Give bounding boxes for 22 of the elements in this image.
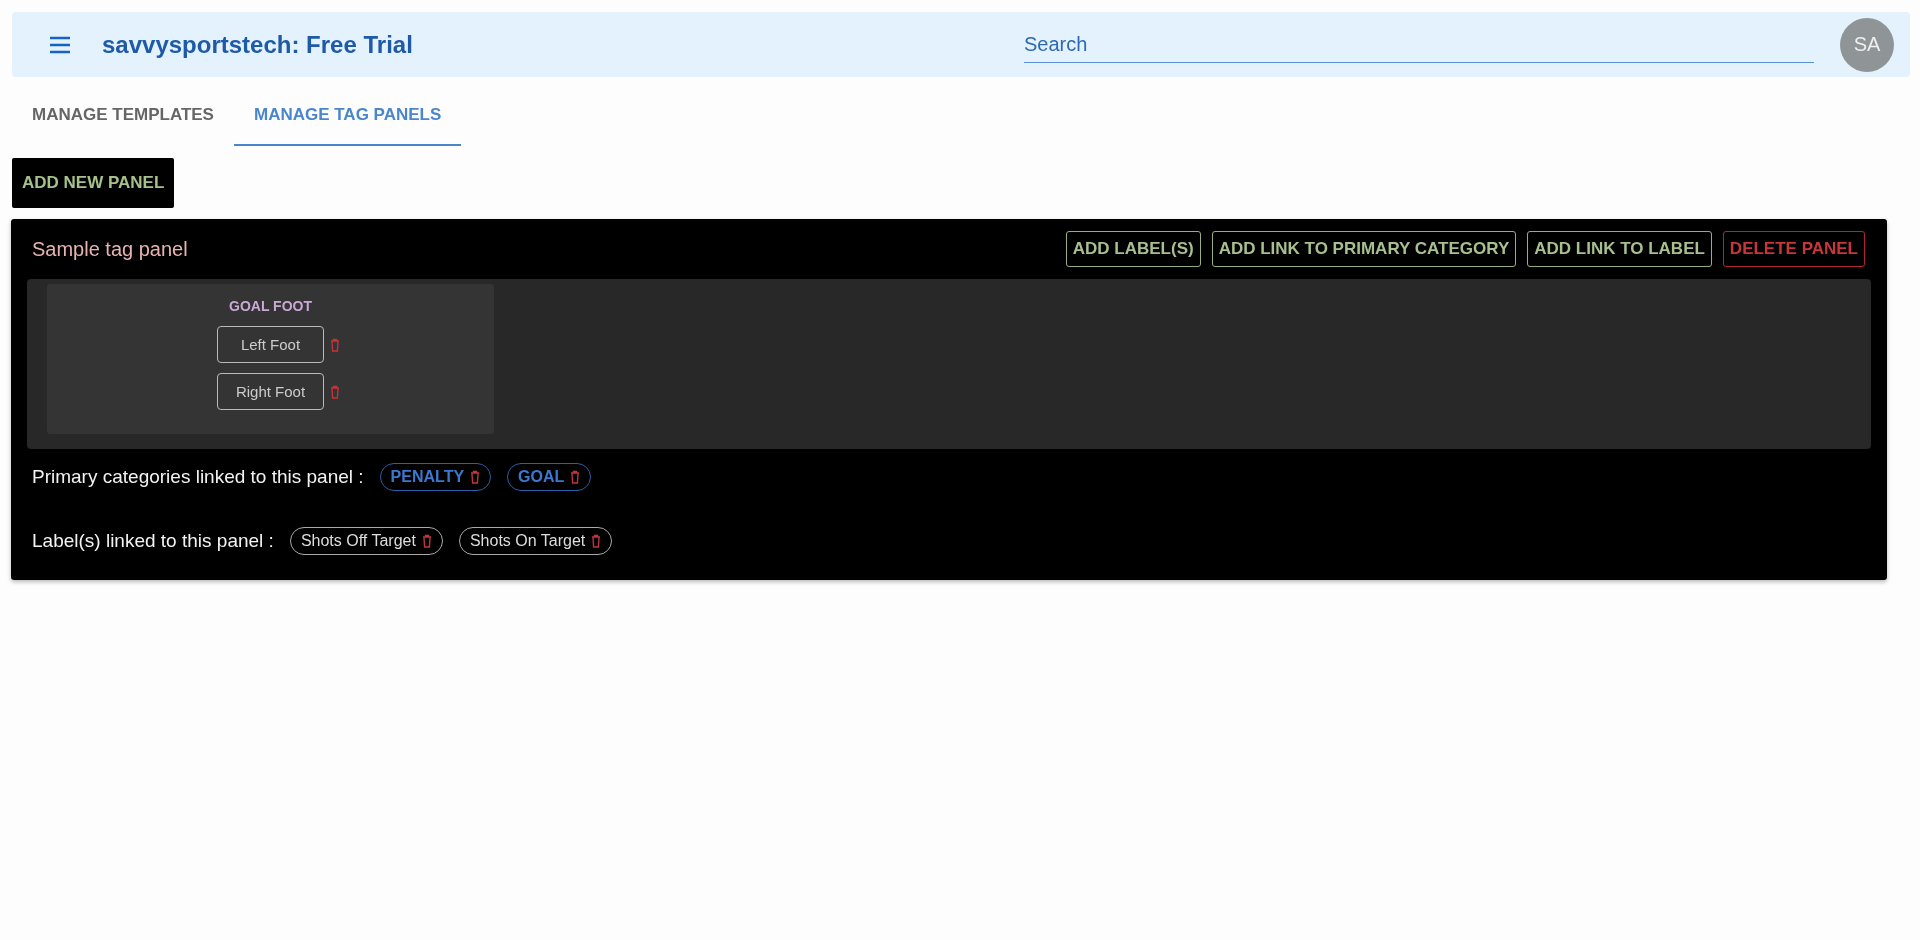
tab[interactable]: MANAGE TEMPLATES: [12, 87, 234, 146]
add-panel-button[interactable]: ADD NEW PANEL: [12, 158, 175, 208]
trash-icon[interactable]: [330, 384, 340, 399]
action-button[interactable]: ADD LABEL(S): [1065, 231, 1201, 267]
trash-icon[interactable]: [470, 470, 481, 484]
delete-panel-button[interactable]: DELETE PANEL: [1722, 231, 1865, 267]
action-button[interactable]: ADD LINK TO PRIMARY CATEGORY: [1211, 231, 1517, 267]
tab[interactable]: MANAGE TAG PANELS: [233, 87, 462, 146]
menu-icon[interactable]: [48, 35, 72, 54]
app-title: savvysportstech: Free Trial: [102, 30, 413, 59]
trash-icon[interactable]: [330, 337, 340, 352]
trash-icon[interactable]: [591, 534, 602, 548]
group-title: GOAL FOOT: [229, 298, 312, 314]
trash-icon[interactable]: [421, 534, 432, 548]
panel-title: Sample tag panel: [32, 237, 188, 261]
label-button[interactable]: Left Foot: [217, 326, 324, 363]
action-button[interactable]: ADD LINK TO LABEL: [1527, 231, 1712, 267]
categories-label: Primary categories linked to this panel :: [32, 466, 364, 488]
trash-icon[interactable]: [570, 470, 581, 484]
search-field[interactable]: Search: [1024, 26, 1814, 63]
label-button[interactable]: Right Foot: [217, 373, 324, 410]
labels-label: Label(s) linked to this panel :: [32, 530, 274, 552]
